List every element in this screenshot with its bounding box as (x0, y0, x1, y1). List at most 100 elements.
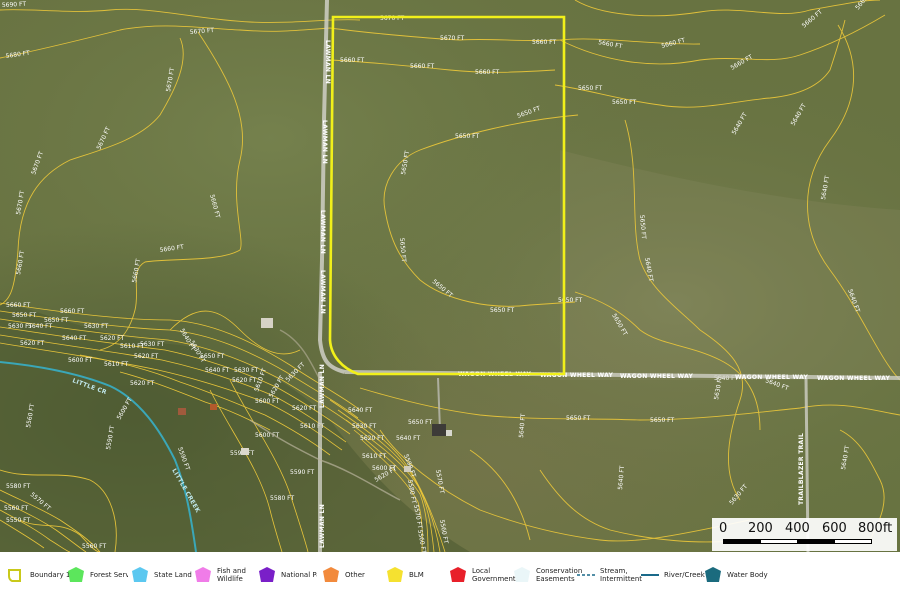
legend-item-forest-service: Forest Service (66, 560, 128, 590)
building (404, 466, 411, 472)
contour-label: 5640 FT (62, 335, 87, 342)
scale-label: 200 (748, 521, 773, 536)
scale-bar: 0 200 400 600 800ft (712, 518, 897, 551)
contour-label: 5660 FT (532, 39, 557, 46)
road-label-trailblazer: TRAILBLAZER TRAIL (798, 433, 805, 505)
legend-item-water-body: Water Body (703, 560, 773, 590)
water-body-swatch-icon (705, 567, 721, 582)
boundary-outline-icon (8, 569, 21, 582)
contour-label: 5560 FT (4, 505, 29, 512)
map-view[interactable]: 5690 FT 5680 FT 5670 FT 5670 FT 5670 FT … (0, 0, 900, 552)
contour-label: 5650 FT (455, 133, 480, 140)
river-creek-line-icon (641, 574, 659, 576)
contour-label: 5650 FT (408, 419, 433, 426)
legend-label: Conservation Easements (536, 567, 583, 583)
contour-label: 5660 FT (410, 63, 435, 70)
other-swatch-icon (323, 567, 339, 582)
building (241, 448, 249, 455)
road-label-lawman: LAWMAN LN (324, 40, 331, 84)
contour-label: 5580 FT (6, 483, 31, 490)
contour-label: 5690 FT (2, 1, 27, 9)
scale-segment (797, 539, 835, 544)
contour-label: 5620 FT (134, 353, 159, 360)
contour-label: 5620 FT (100, 335, 125, 342)
contour-label: 5610 FT (362, 453, 387, 460)
scale-label: 800ft (858, 521, 893, 536)
building (432, 424, 446, 436)
scale-segment (834, 539, 872, 544)
scale-segment (723, 539, 761, 544)
contour-label: 5650 FT (650, 417, 675, 424)
contour-label: 5660 FT (340, 57, 365, 64)
legend-item-fish-wildlife: Fish and Wildlife (193, 560, 249, 590)
contour-label: 5650 FT (44, 317, 69, 324)
contour-label: 5640 FT (396, 435, 421, 442)
legend-item-other: Other (321, 560, 391, 590)
contour-label: 5660 FT (6, 302, 31, 309)
building (261, 318, 273, 328)
contour-label: 5650 FT (558, 297, 583, 304)
contour-label: 5630 FT (140, 341, 165, 348)
conservation-swatch-icon (514, 567, 530, 582)
legend-item-conservation-easements: Conservation Easements (512, 560, 583, 590)
contour-label: 5640 FT (348, 407, 373, 414)
contour-label: 5620 FT (292, 405, 317, 412)
contour-label: 5620 FT (232, 377, 257, 384)
contour-label: 5640 FT (205, 367, 230, 374)
blm-swatch-icon (387, 567, 403, 582)
scale-segment (760, 539, 798, 544)
contour-label: 5600 FT (255, 398, 280, 405)
state-land-swatch-icon (132, 567, 148, 582)
road-label-wagon-wheel: WAGON WHEEL WAY (735, 374, 808, 381)
contour-label: 5650 FT (12, 312, 37, 319)
contour-label: 5620 FT (360, 435, 385, 442)
road-label-lawman: LAWMAN LN (319, 364, 326, 408)
contour-label: 5630 FT (352, 423, 377, 430)
contour-label: 5560 FT (82, 543, 107, 550)
contour-label: 5600 FT (68, 357, 93, 364)
contour-label: 5650 FT (612, 99, 637, 106)
local-government-swatch-icon (450, 567, 466, 582)
legend-label: Local Government (472, 567, 516, 583)
road-label-wagon-wheel: WAGON WHEEL WAY (620, 373, 693, 380)
legend-item-blm: BLM (385, 560, 455, 590)
legend-item-stream-intermittent: Stream, Intermittent (576, 560, 643, 590)
legend-item-local-government: Local Government (448, 560, 516, 590)
contour-label: 5620 FT (20, 340, 45, 347)
road-label-lawman: LAWMAN LN (319, 270, 326, 314)
contour-label: 5590 FT (290, 469, 315, 476)
scale-label: 0 (719, 521, 728, 536)
legend-item-river-creek: River/Creek (640, 560, 710, 590)
scale-label: 600 (822, 521, 847, 536)
contour-label: 5620 FT (130, 380, 155, 387)
contour-label: 5550 FT (6, 517, 31, 524)
map-canvas[interactable]: 5690 FT 5680 FT 5670 FT 5670 FT 5670 FT … (0, 0, 900, 552)
contour-label: 5610 FT (104, 361, 129, 368)
legend-label: Water Body (727, 571, 768, 579)
national-park-swatch-icon (259, 567, 275, 582)
building (446, 430, 452, 436)
legend-label: Stream, Intermittent (600, 567, 643, 583)
contour-label: 5650 FT (200, 353, 225, 360)
road-label-lawman: LAWMAN LN (319, 504, 326, 548)
contour-label: 5650 FT (566, 415, 591, 422)
scale-label: 400 (785, 521, 810, 536)
contour-label: 5660 FT (60, 308, 85, 315)
map-legend: Boundary 1 Forest Service State Land Fis… (0, 552, 900, 598)
road-label-wagon-wheel: WAGON WHEEL WAY (817, 375, 890, 382)
contour-label: 5580 FT (270, 495, 295, 502)
contour-label: 5660 FT (475, 69, 500, 76)
legend-item-state-land: State Land (130, 560, 200, 590)
contour-label: 5670 FT (440, 35, 465, 42)
fish-wildlife-swatch-icon (195, 567, 211, 582)
legend-item-national-park: National Park (257, 560, 317, 590)
contour-label: 5630 FT (8, 323, 33, 330)
road-label-lawman: LAWMAN LN (321, 120, 328, 164)
forest-service-swatch-icon (68, 567, 84, 582)
legend-label: National Park (281, 571, 317, 579)
contour-label: 5630 FT (84, 323, 109, 330)
contour-label: 5650 FT (490, 307, 515, 314)
contour-label: 5630 FT (234, 367, 259, 374)
building (210, 404, 217, 410)
legend-label: Fish and Wildlife (217, 567, 246, 583)
